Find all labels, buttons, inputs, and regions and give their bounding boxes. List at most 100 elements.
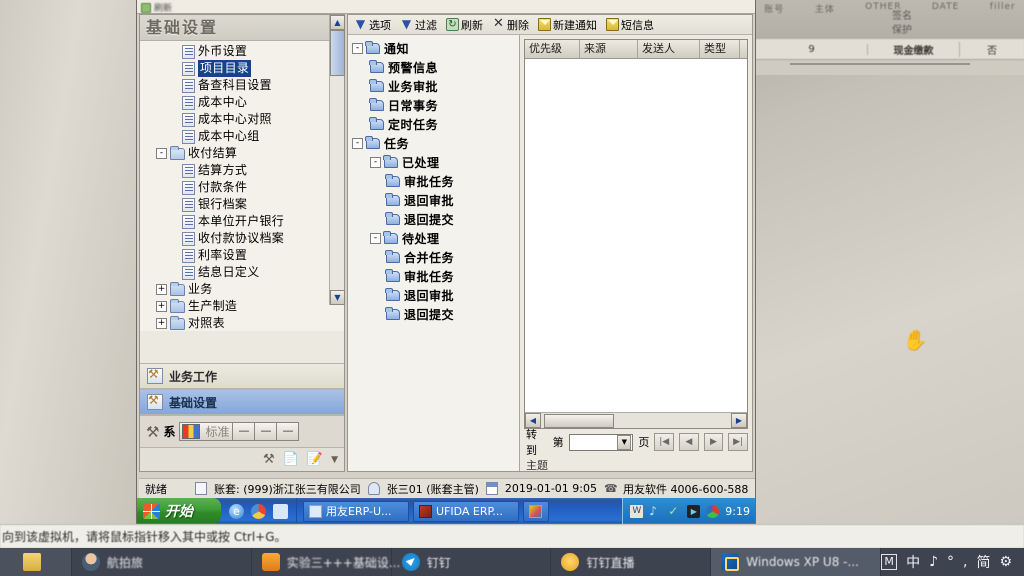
hscroll-right-button[interactable]: ▶ [731,413,747,428]
message-folder-item[interactable]: 审批任务 [348,172,519,191]
ie-icon[interactable]: e [229,503,244,519]
music-icon[interactable]: ♪ [649,504,662,518]
dongle-icon[interactable]: ▶ [687,504,701,518]
ime-language-indicator[interactable]: 中 [906,552,920,572]
taskbar-task-list[interactable]: 用友ERP-U... UFIDA ERP... [297,500,622,522]
hscroll-left-button[interactable]: ◀ [525,413,541,428]
toolbar-segment-0[interactable]: — [232,423,254,440]
expand-icon[interactable]: + [156,284,167,295]
collapse-icon[interactable]: - [352,43,363,54]
grid-body[interactable] [525,59,747,411]
toolbar-button-刷新[interactable]: ↻ 刷新 [446,17,483,33]
guest-refresh-button[interactable]: 刷新 [141,1,172,14]
host-task-dingtalk-live[interactable]: 钉钉直播 [551,548,712,576]
toolbar-segment-2[interactable]: — [276,423,298,440]
settings-tree-item[interactable]: + 生产制造 [140,298,344,315]
host-task-person[interactable]: 航拍旅 [72,548,252,576]
virtual-machine-viewport[interactable]: 刷新 基础设置 外币设置 项目目录 备查科目设置 成本中心 成本中心对照 成本中心组 - 收付… [136,0,756,524]
message-folder-item[interactable]: 预警信息 [348,58,519,77]
message-list-area[interactable]: 优先级 来源 发送人 类型 ◀ ▶ 转到 第 ▼ 页 |◀ ◀ ▶ ▶| 主题 [520,35,752,472]
start-button[interactable]: 开始 [137,498,221,524]
settings-tree-item[interactable]: 收付款协议档案 [140,230,344,247]
message-folder-item[interactable]: - 通知 [348,39,519,58]
settings-tree-item[interactable]: 成本中心组 [140,128,344,145]
settings-tree-scrollbar[interactable]: ▲ ▼ [329,15,345,305]
settings-tree-item[interactable]: 结算方式 [140,162,344,179]
page-select[interactable]: ▼ [568,433,634,451]
settings-tree-item[interactable]: 利率设置 [140,247,344,264]
toolbar-button-过滤[interactable]: ▼ 过滤 [400,17,437,33]
split-icon[interactable] [706,504,720,518]
settings-tree-item[interactable]: 外币设置 [140,43,344,60]
collapse-icon[interactable]: - [370,233,381,244]
grid-column-header[interactable]: 类型 [700,40,740,58]
basic-settings-panel[interactable]: 基础设置 外币设置 项目目录 备查科目设置 成本中心 成本中心对照 成本中心组 - 收付结算结… [139,14,345,472]
toolbar-segment-1[interactable]: — [254,423,276,440]
message-folder-item[interactable]: 审批任务 [348,267,519,286]
task-button-ufida-erp-u8[interactable]: 用友ERP-U... [303,500,409,522]
settings-tree-item[interactable]: 本单位开户银行 [140,213,344,230]
grid-column-header[interactable]: 发送人 [638,40,700,58]
settings-tree-item[interactable]: 成本中心对照 [140,111,344,128]
message-center-window[interactable]: ▼ 选项 ▼ 过滤 ↻ 刷新 ✕ 删除 新建通知 短信息 - 通知 预警信息 业务审批 日常事务 定时任务 -… [347,14,753,472]
toolbar-button-短信息[interactable]: 短信息 [606,17,654,33]
scroll-up-button[interactable]: ▲ [330,15,345,30]
chevron-down-icon[interactable]: ▼ [617,434,632,450]
degree-icon[interactable]: ° [947,554,954,570]
toolbar-button-选项[interactable]: ▼ 选项 [354,17,391,33]
scroll-thumb[interactable] [330,30,345,76]
hscroll-thumb[interactable] [544,413,614,428]
help-icon[interactable]: 📝 [307,452,323,467]
last-page-button[interactable]: ▶| [728,433,748,451]
message-folder-item[interactable]: 业务审批 [348,77,519,96]
settings-tree-item[interactable]: 项目目录 [140,60,344,77]
settings-tree-item[interactable]: 付款条件 [140,179,344,196]
shield-icon[interactable]: ✓ [668,504,681,518]
scroll-down-button[interactable]: ▼ [330,290,345,305]
pagination-bar[interactable]: 转到 第 ▼ 页 |◀ ◀ ▶ ▶| [524,428,748,457]
theme-combo[interactable]: 标准 — — — [179,422,300,441]
guest-taskbar[interactable]: 开始 e 用友ERP-U... UFIDA ERP... W ♪ ✓ ▶ 9:1… [137,498,755,524]
message-grid[interactable]: 优先级 来源 发送人 类型 ◀ ▶ [524,39,748,429]
message-folder-item[interactable]: - 待处理 [348,229,519,248]
collapse-icon[interactable]: - [156,148,167,159]
message-folder-item[interactable]: - 已处理 [348,153,519,172]
settings-tree-item[interactable]: 备查科目设置 [140,77,344,94]
message-folder-item[interactable]: 退回审批 [348,191,519,210]
gear-icon[interactable]: ⚙ [999,554,1012,570]
page-setup-icon[interactable]: 📄 [283,452,299,467]
host-taskbar[interactable]: 航拍旅 实验三+++基础设... 钉钉 钉钉直播 Windows XP U8 -… [0,548,1024,576]
quick-launch-bar[interactable]: e [221,498,297,524]
message-folder-item[interactable]: 退回提交 [348,210,519,229]
settings-tree-item[interactable]: 成本中心 [140,94,344,111]
collapse-icon[interactable]: - [370,157,381,168]
chrome-icon[interactable] [251,503,266,519]
first-page-button[interactable]: |◀ [654,433,675,451]
music-icon[interactable]: ♪ [929,554,938,570]
host-system-tray[interactable]: M 中 ♪ ° , 简 ⚙ [881,552,1024,572]
message-folder-tree[interactable]: - 通知 预警信息 业务审批 日常事务 定时任务 - 任务 - 已处理 审批任务 退回审批 退回提交 - 待… [348,35,520,471]
message-toolbar[interactable]: ▼ 选项 ▼ 过滤 ↻ 刷新 ✕ 删除 新建通知 短信息 [348,15,752,35]
settings-tree-item[interactable]: + 对照表 [140,315,344,331]
ime-mode-indicator[interactable]: M [881,554,898,570]
message-folder-item[interactable]: - 任务 [348,134,519,153]
host-task-vmware[interactable]: Windows XP U8 -... [711,548,882,576]
grid-horizontal-scrollbar[interactable]: ◀ ▶ [525,412,747,428]
settings-tree[interactable]: 外币设置 项目目录 备查科目设置 成本中心 成本中心对照 成本中心组 - 收付结算 结算方式 付款… [140,41,344,331]
prev-page-button[interactable]: ◀ [679,433,699,451]
sidebar-item-business-work[interactable]: 业务工作 [140,363,344,389]
message-folder-item[interactable]: 合并任务 [348,248,519,267]
host-task-experiment-doc[interactable]: 实验三+++基础设... [252,548,400,576]
expand-icon[interactable]: + [156,301,167,312]
settings-tree-item[interactable]: + 业务 [140,281,344,298]
host-task-dingtalk[interactable]: 钉钉 [392,548,552,576]
grid-column-header[interactable]: 优先级 [525,40,580,58]
panel-bottom-toolbar[interactable]: ⚒ 📄 📝 ▼ [140,447,344,471]
wps-icon[interactable]: W [630,504,644,518]
toolbar-button-删除[interactable]: ✕ 删除 [492,17,529,33]
settings-tree-item[interactable]: - 收付结算 [140,145,344,162]
ime-simplified-indicator[interactable]: 简 [976,552,990,572]
tools-icon[interactable]: ⚒ [263,452,275,467]
comma-icon[interactable]: , [963,554,967,570]
next-page-button[interactable]: ▶ [703,433,724,451]
